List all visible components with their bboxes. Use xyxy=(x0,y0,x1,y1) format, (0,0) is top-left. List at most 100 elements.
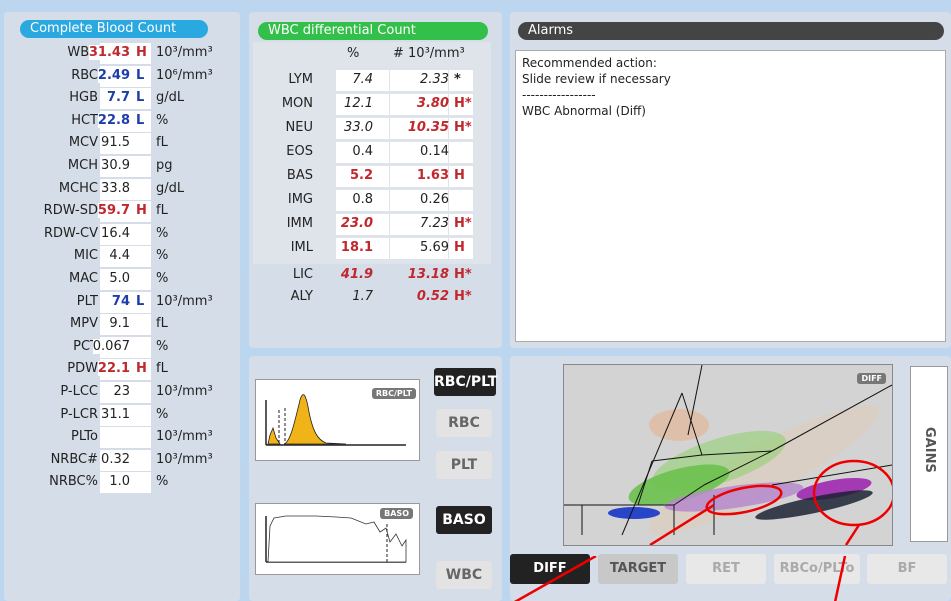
diff-row: EOS 0.4 0.14 xyxy=(253,141,491,164)
param-name: MAC xyxy=(69,271,98,286)
alarm-line: WBC Abnormal (Diff) xyxy=(522,104,646,118)
diff-pct: 23.0 xyxy=(340,216,373,231)
param-flag: L xyxy=(136,67,145,83)
tab-bf[interactable]: BF xyxy=(867,554,947,584)
param-name: NRBC% xyxy=(49,474,98,490)
col-pct-header: % xyxy=(347,46,360,61)
flag-cell xyxy=(449,70,473,91)
baso-button[interactable]: BASO xyxy=(436,506,492,534)
flag-cell xyxy=(133,382,151,403)
diff-name: LIC xyxy=(292,267,313,282)
alarm-line: Recommended action: xyxy=(522,56,657,70)
cbc-row: NRBC% 1.0% xyxy=(12,471,238,494)
diff-pct: 0.8 xyxy=(352,192,373,207)
diff-name: EOS xyxy=(286,144,313,159)
cbc-row: P-LCC 23 10³/mm³ xyxy=(12,381,238,404)
cbc-row: MCH 30.9 pg xyxy=(12,155,238,178)
param-flag: L xyxy=(136,293,145,309)
cbc-row: MAC 5.0% xyxy=(12,268,238,291)
param-unit: 10⁶/mm³ xyxy=(156,67,213,83)
param-unit: fL xyxy=(156,135,168,151)
wbc-button[interactable]: WBC xyxy=(436,561,492,589)
cbc-panel: Complete Blood Count WBC 31.43 H 10³/mm³ RBC… xyxy=(4,12,240,601)
gains-label: GAINS xyxy=(922,427,937,473)
cbc-row: RBC 2.49 L 10⁶/mm³ xyxy=(12,65,238,88)
cbc-row: HGB 7.7 Lg/dL xyxy=(12,87,238,110)
param-value: 1.0 xyxy=(109,474,130,490)
param-value: 31.43 xyxy=(88,45,130,60)
diff-abs: 3.80 xyxy=(416,96,449,111)
param-flag: H xyxy=(136,361,147,377)
flag-cell xyxy=(133,472,151,494)
param-unit: % xyxy=(156,248,169,264)
diff-scattergram[interactable]: DIFF xyxy=(563,364,893,546)
cbc-row: WBC 31.43 H 10³/mm³ xyxy=(12,42,238,65)
param-name: MPV xyxy=(70,316,98,332)
alarm-line: Slide review if necessary xyxy=(522,72,671,86)
param-value: 33.8 xyxy=(101,180,130,196)
cbc-row: PLT 74 L 10³/mm³ xyxy=(12,291,238,314)
param-value: 0.32 xyxy=(101,451,130,467)
alarms-panel: Alarms Recommended action: Slide review … xyxy=(510,12,951,348)
scatter-plot xyxy=(564,365,892,545)
wbc-diff-panel: WBC differential Count % # 10³/mm³ LYM 7.… xyxy=(249,12,502,348)
param-name: HCT xyxy=(71,112,98,128)
param-name: PDW xyxy=(67,361,98,377)
param-value: 5.0 xyxy=(109,271,130,286)
tab-diff[interactable]: DIFF xyxy=(510,554,590,584)
rbc-plt-histogram[interactable]: RBC/PLT xyxy=(255,379,420,461)
param-flag: H xyxy=(136,45,147,60)
scatter-panel: DIFF GAINS DIFF TARGET RET RBCo/PLTo BF xyxy=(510,356,951,601)
wbc-diff-title: WBC differential Count xyxy=(258,22,488,40)
param-unit: g/dL xyxy=(156,180,185,196)
param-name: HGB xyxy=(69,90,98,106)
histogram-panel: RBC/PLT RBC/PLT RBC PLT BASO BASO WBC xyxy=(249,356,502,601)
param-name: MCH xyxy=(67,158,98,173)
cbc-row: MIC 4.4% xyxy=(12,245,238,268)
flag-cell xyxy=(133,336,151,358)
diff-pct: 5.2 xyxy=(349,168,373,183)
cbc-row: PCT 0.067% xyxy=(12,336,238,359)
col-abs-header: # 10³/mm³ xyxy=(393,46,465,61)
diff-flag: H* xyxy=(454,267,472,282)
param-name: NRBC# xyxy=(50,451,98,467)
tab-target[interactable]: TARGET xyxy=(598,554,678,584)
param-unit: % xyxy=(156,225,169,241)
plt-button[interactable]: PLT xyxy=(436,451,492,479)
gains-button[interactable]: GAINS xyxy=(910,366,948,542)
value-cell xyxy=(100,427,133,449)
diff-flag: H* xyxy=(454,216,472,231)
alarms-title: Alarms xyxy=(518,22,944,40)
diff-pct: 41.9 xyxy=(340,267,373,282)
param-name: MIC xyxy=(73,248,98,264)
diff-pct: 33.0 xyxy=(344,120,373,135)
rbc-button[interactable]: RBC xyxy=(436,409,492,437)
diff-pct: 0.4 xyxy=(352,144,373,159)
baso-histogram[interactable]: BASO xyxy=(255,503,420,575)
param-name: PLT xyxy=(76,293,98,309)
diff-row: BAS 5.2 1.63 H xyxy=(253,165,491,188)
diff-abs: 7.23 xyxy=(420,216,449,231)
diff-pct: 1.7 xyxy=(352,289,373,304)
param-name: MCV xyxy=(68,135,98,151)
param-value: 16.4 xyxy=(101,225,130,241)
diff-name: BAS xyxy=(286,168,313,183)
diff-flag: H* xyxy=(454,289,472,304)
diff-abs: 0.52 xyxy=(416,289,449,304)
param-flag: L xyxy=(136,90,145,106)
diff-name: IML xyxy=(290,240,313,255)
param-name: P-LCC xyxy=(60,384,98,399)
diff-flag: * xyxy=(454,72,461,87)
diff-name: LYM xyxy=(288,72,313,87)
param-flag: L xyxy=(136,112,145,128)
param-unit: 10³/mm³ xyxy=(156,45,213,60)
diff-row: IML 18.1 5.69 H xyxy=(253,237,491,260)
flag-cell xyxy=(133,178,151,200)
param-unit: 10³/mm³ xyxy=(156,384,213,399)
diff-row: LYM 7.4 2.33 * xyxy=(253,69,491,92)
tab-ret[interactable]: RET xyxy=(686,554,766,584)
tab-rbco-plto[interactable]: RBCo/PLTo xyxy=(774,554,860,584)
param-name: MCHC xyxy=(58,180,98,196)
param-unit: % xyxy=(156,338,169,354)
rbc-plt-button[interactable]: RBC/PLT xyxy=(434,368,497,396)
